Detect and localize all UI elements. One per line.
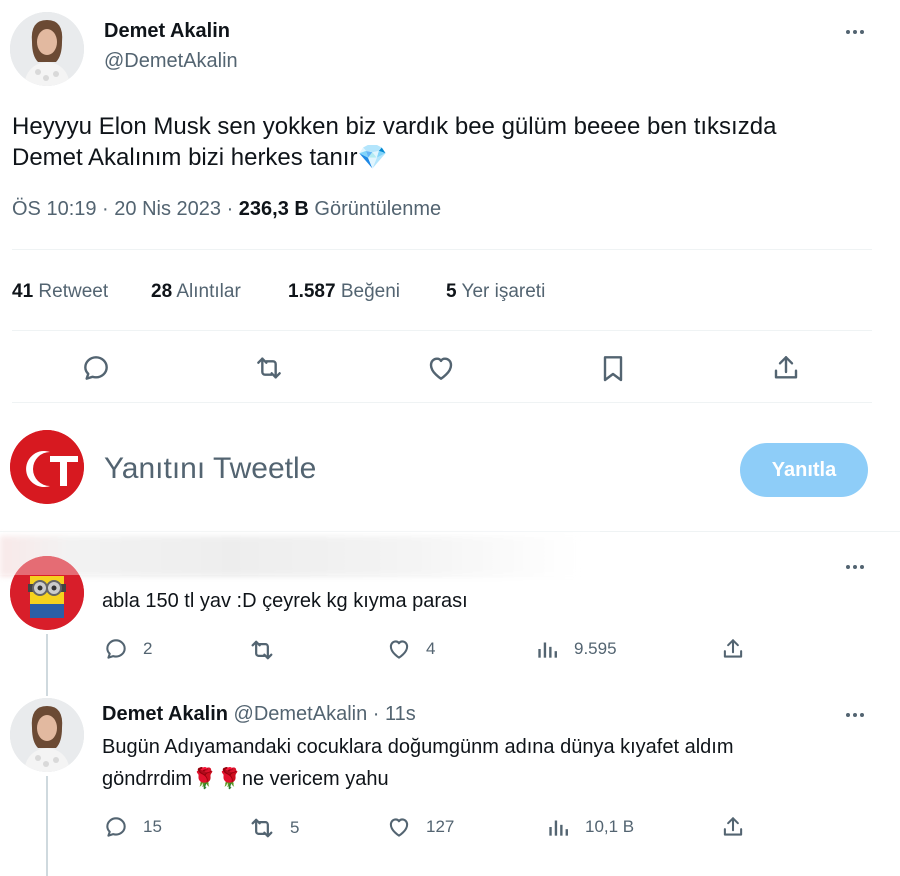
divider: [12, 330, 872, 331]
user-avatar[interactable]: [10, 430, 84, 504]
thread-line: [46, 776, 48, 876]
reply-1-reply-count: 2: [143, 639, 153, 658]
reply-2-reply-count: 15: [143, 817, 162, 836]
bookmarks-stat[interactable]: 5 Yer işareti: [446, 281, 545, 303]
tweet-text-line-1: Heyyyu Elon Musk sen yokken biz vardık b…: [12, 113, 777, 140]
more-options-icon[interactable]: [846, 30, 864, 34]
reply-2-header: Demet Akalin @DemetAkalin · 11s: [102, 703, 416, 726]
compose-input[interactable]: Yanıtını Tweetle: [104, 452, 316, 486]
author-handle[interactable]: @DemetAkalin: [104, 50, 238, 73]
author-avatar[interactable]: [10, 12, 84, 86]
bookmark-icon[interactable]: [597, 352, 629, 384]
reply-2-share-icon[interactable]: [720, 814, 746, 840]
reply-button[interactable]: Yanıtla: [740, 443, 868, 497]
reply-2-avatar[interactable]: [10, 698, 84, 772]
reply-2-like-action[interactable]: 127: [386, 814, 454, 840]
reply-2-time[interactable]: · 11s: [373, 703, 416, 725]
reply-1-like-count: 4: [426, 639, 436, 658]
reply-2-author-name[interactable]: Demet Akalin: [102, 703, 228, 725]
reply-2-views-count: 10,1 B: [585, 817, 635, 836]
reply-1-like-action[interactable]: 4: [386, 636, 435, 662]
reply-1-text: abla 150 tl yav :D çeyrek kg kıyma paras…: [102, 590, 468, 612]
thread-line: [46, 634, 48, 696]
retweet-icon[interactable]: [253, 352, 285, 384]
like-icon[interactable]: [425, 352, 457, 384]
quotes-stat[interactable]: 28 Alıntılar: [151, 281, 241, 303]
reply-2-like-count: 127: [426, 817, 455, 836]
tweet-meta: ÖS 10:19 · 20 Nis 2023 · 236,3 B Görüntü…: [12, 198, 441, 221]
retweets-stat[interactable]: 41 Retweet: [12, 281, 108, 303]
views-label: Görüntülenme: [314, 198, 442, 220]
reply-1-retweet-action[interactable]: [248, 636, 290, 664]
reply-icon[interactable]: [80, 352, 112, 384]
reply-1-more-icon[interactable]: [846, 565, 864, 569]
tweet-timestamp[interactable]: ÖS 10:19 · 20 Nis 2023 ·: [12, 198, 239, 220]
views-count: 236,3 B: [238, 198, 309, 220]
reply-2-more-icon[interactable]: [846, 713, 864, 717]
tweet-text-line-2: Demet Akalınım bizi herkes tanır💎: [12, 144, 388, 171]
reply-2-text-line-1: Bugün Adıyamandaki cocuklara doğumgünm a…: [102, 736, 734, 758]
reply-2-author-handle[interactable]: @DemetAkalin: [234, 703, 368, 725]
reply-2-retweet-action[interactable]: 5: [248, 814, 299, 842]
author-name[interactable]: Demet Akalin: [104, 20, 230, 43]
reply-1-reply-action[interactable]: 2: [103, 636, 152, 662]
reply-2-reply-action[interactable]: 15: [103, 814, 162, 840]
divider: [12, 249, 872, 250]
reply-1-views-action[interactable]: 9.595: [534, 636, 617, 662]
reply-1-share-icon[interactable]: [720, 636, 746, 662]
reply-1-views-count: 9.595: [574, 639, 617, 658]
reply-1-top-cover: [0, 531, 600, 575]
reply-2-text-line-2: göndrrdim🌹🌹ne vericem yahu: [102, 768, 389, 790]
reply-2-views-action[interactable]: 10,1 B: [545, 814, 634, 840]
share-icon[interactable]: [770, 352, 802, 384]
likes-stat[interactable]: 1.587 Beğeni: [288, 281, 400, 303]
divider: [12, 402, 872, 403]
reply-2-retweet-count: 5: [290, 818, 300, 837]
